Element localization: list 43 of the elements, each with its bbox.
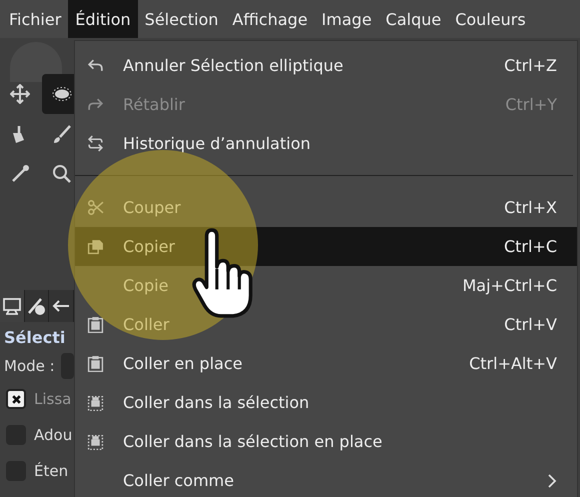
menu-title[interactable]: Sélection: [138, 0, 226, 38]
menu-item[interactable]: Historique d’annulation: [75, 124, 577, 163]
monitor-icon: [2, 296, 22, 316]
scissors-icon: [87, 199, 104, 216]
clipboard-icon: [87, 316, 104, 333]
menu-item[interactable]: Coller en place Ctrl+Alt+V: [75, 344, 577, 383]
mode-label: Mode :: [4, 357, 55, 375]
ellipse-select-icon: [52, 84, 72, 104]
option-label: Adou: [34, 426, 72, 444]
menu-item[interactable]: Coller dans la sélection en place: [75, 422, 577, 461]
panel-title: Sélecti: [3, 327, 66, 347]
menu-item[interactable]: Coller dans la sélection: [75, 383, 577, 422]
move-icon: [10, 84, 30, 104]
eyedropper-icon: [10, 164, 30, 184]
menu-title[interactable]: Image: [314, 0, 379, 38]
menu-item[interactable]: Coller comme: [75, 461, 577, 497]
clipboard-icon: [87, 355, 104, 372]
magnifier-icon: [52, 164, 72, 184]
menu-title[interactable]: Calque: [378, 0, 448, 38]
menu-title[interactable]: Couleurs: [448, 0, 533, 38]
hand-cursor-icon: [192, 228, 254, 320]
clipboard-icon: [87, 394, 104, 411]
menu-title[interactable]: Édition: [68, 0, 138, 38]
menu-item[interactable]: Couper Ctrl+X: [75, 188, 577, 227]
clipboard-icon: [87, 433, 104, 450]
option-label: Éten: [34, 462, 68, 480]
menu-title[interactable]: Fichier: [2, 0, 68, 38]
undo-icon: [87, 57, 104, 74]
option-label: Lissa: [34, 390, 72, 408]
cross-icon: [10, 394, 22, 404]
brush-icon: [52, 124, 72, 144]
menu-item[interactable]: Annuler Sélection elliptique Ctrl+Z: [75, 46, 577, 85]
dock-tab[interactable]: [24, 290, 50, 322]
checkbox[interactable]: [6, 389, 26, 409]
menu-item[interactable]: Coller Ctrl+V: [75, 305, 577, 344]
menu-title[interactable]: Affichage: [225, 0, 315, 38]
redo-icon: [87, 96, 104, 113]
menu-item[interactable]: Copie Maj+Ctrl+C: [75, 266, 577, 305]
history-icon: [87, 135, 104, 152]
dock-tab[interactable]: [49, 290, 74, 322]
copy-icon: [87, 238, 104, 255]
menu-item[interactable]: Copier Ctrl+C: [75, 227, 577, 266]
pen-info-icon: [26, 296, 46, 316]
